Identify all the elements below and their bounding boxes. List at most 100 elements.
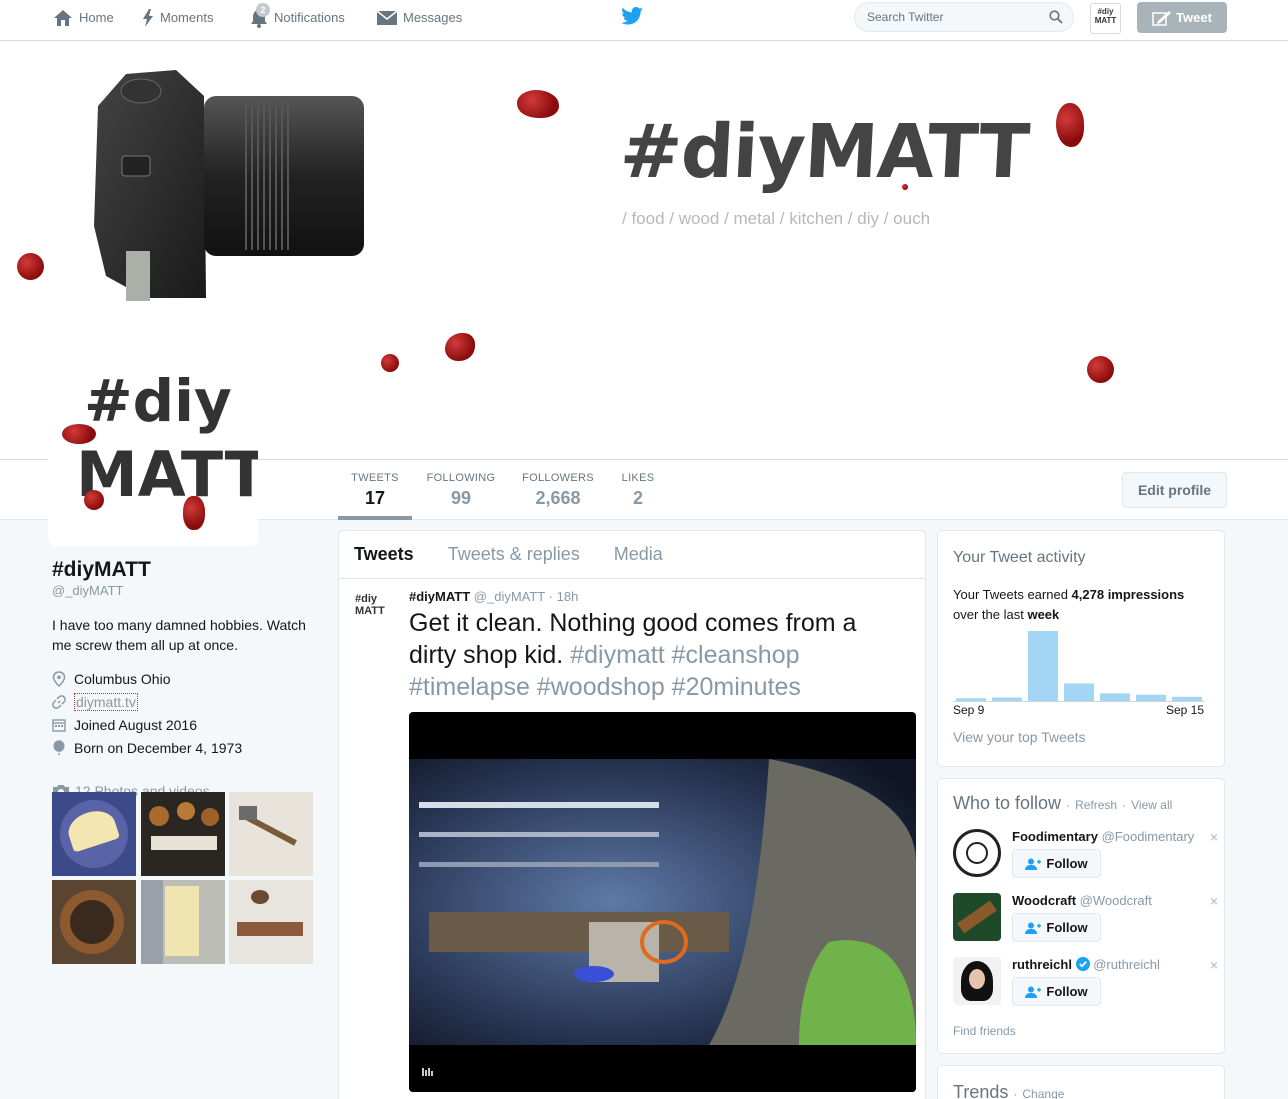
stat-tweets[interactable]: TWEETS 17 — [348, 472, 402, 509]
tweet-text: Get it clean. Nothing good comes from a … — [409, 607, 909, 703]
suggestion-name-line: Woodcraft @Woodcraft — [1012, 893, 1152, 908]
stat-value: 99 — [450, 488, 472, 508]
add-user-icon — [1025, 922, 1042, 934]
view-top-tweets-link[interactable]: View your top Tweets — [953, 729, 1086, 745]
activity-bar[interactable] — [1028, 631, 1058, 701]
profile-name[interactable]: #diyMATT — [52, 558, 314, 582]
search-input[interactable] — [855, 3, 1035, 31]
trends-card: Trends · Change — [937, 1065, 1225, 1099]
header-dot: · — [1066, 798, 1071, 812]
account-avatar[interactable]: #diy MATT — [1090, 3, 1121, 34]
suggestion-avatar[interactable] — [953, 829, 1001, 877]
tweet-avatar[interactable]: #diy MATT — [355, 593, 393, 631]
verified-badge-icon — [1075, 957, 1090, 971]
tweet-activity-title[interactable]: Your Tweet activity — [953, 549, 1086, 567]
nav-messages[interactable]: Messages — [377, 0, 462, 35]
nav-messages-label: Messages — [403, 10, 463, 25]
tweet-author-handle[interactable]: @_diyMATT — [474, 589, 545, 604]
compose-icon — [1152, 10, 1172, 26]
activity-bar[interactable] — [992, 697, 1022, 702]
nav-home[interactable]: Home — [53, 0, 114, 35]
tweet-button-label: Tweet — [1176, 10, 1212, 25]
suggestion-handle[interactable]: @ruthreichl — [1093, 957, 1160, 972]
activity-bar[interactable] — [1100, 693, 1130, 701]
photo-thumbnail[interactable] — [141, 880, 225, 964]
chart-date-end: Sep 15 — [1165, 703, 1204, 717]
activity-bar-chart[interactable] — [953, 627, 1205, 703]
tab-tweets[interactable]: Tweets — [354, 544, 414, 565]
home-icon — [54, 9, 72, 26]
avatar-logo: #diy MATT — [76, 364, 258, 512]
find-friends-link[interactable]: Find friends — [953, 1024, 1016, 1038]
photo-thumbnail[interactable] — [141, 792, 225, 876]
edit-profile-button[interactable]: Edit profile — [1122, 472, 1227, 508]
activity-period: week — [1027, 607, 1060, 622]
activity-bar[interactable] — [956, 698, 986, 701]
suggestion-name-line: Foodimentary @Foodimentary — [1012, 829, 1194, 844]
suggestion-handle[interactable]: @Woodcraft — [1080, 893, 1152, 908]
tab-media[interactable]: Media — [614, 544, 663, 565]
tweet-author-name[interactable]: #diyMATT — [409, 589, 470, 604]
nav-notifications[interactable]: 2 Notifications — [250, 0, 345, 35]
activity-bar[interactable] — [1136, 694, 1166, 701]
blood-splatter — [62, 424, 96, 444]
top-navigation: Home Moments 2 Notifications Messages #d… — [0, 0, 1288, 41]
profile-avatar[interactable]: #diy MATT — [48, 346, 258, 546]
envelope-icon — [377, 9, 397, 25]
camera-illustration — [94, 70, 364, 301]
blood-splatter — [1087, 356, 1114, 383]
tab-tweets-replies[interactable]: Tweets & replies — [448, 544, 580, 565]
blood-splatter — [902, 184, 908, 190]
dismiss-icon[interactable]: × — [1210, 957, 1218, 973]
tweet-header: #diyMATT @_diyMATT · 18h — [409, 589, 578, 604]
stat-value: 17 — [364, 488, 386, 508]
stat-following[interactable]: FOLLOWING 99 — [425, 472, 497, 509]
nav-moments[interactable]: Moments — [142, 0, 213, 35]
twitter-bird-icon[interactable] — [621, 7, 643, 25]
suggestion-handle[interactable]: @Foodimentary — [1102, 829, 1195, 844]
stat-followers[interactable]: FOLLOWERS 2,668 — [521, 472, 595, 509]
profile-website: diymatt.tv — [52, 690, 314, 713]
dismiss-icon[interactable]: × — [1210, 893, 1218, 909]
compose-tweet-button[interactable]: Tweet — [1137, 2, 1227, 33]
photo-thumbnail[interactable] — [52, 792, 136, 876]
suggestion-avatar[interactable] — [953, 893, 1001, 941]
photo-thumbnail[interactable] — [229, 792, 313, 876]
photo-thumbnail[interactable] — [52, 880, 136, 964]
search-box[interactable] — [854, 2, 1074, 32]
follow-button[interactable]: Follow — [1012, 977, 1101, 1006]
suggestion-ruthreichl: ruthreichl @ruthreichl Follow × — [953, 957, 1218, 1009]
follow-label: Follow — [1046, 984, 1088, 999]
stat-likes[interactable]: LIKES 2 — [618, 472, 658, 509]
follow-label: Follow — [1046, 920, 1088, 935]
suggestion-name[interactable]: ruthreichl — [1012, 957, 1072, 972]
activity-bar[interactable] — [1172, 696, 1202, 701]
nav-moments-label: Moments — [160, 10, 214, 25]
activity-text-before: Your Tweets earned — [953, 587, 1068, 602]
activity-bar[interactable] — [1064, 683, 1094, 702]
timeline: Tweets Tweets & replies Media #diy MATT … — [338, 530, 926, 1099]
profile-handle[interactable]: @_diyMATT — [52, 583, 314, 598]
tweet-video[interactable] — [409, 712, 916, 1092]
tweet-activity-summary: Your Tweets earned 4,278 impressions ove… — [953, 585, 1213, 625]
profile-bio: I have too many damned hobbies. Watch me… — [52, 617, 306, 653]
tweet-time[interactable]: 18h — [557, 589, 579, 604]
suggestion-avatar[interactable] — [953, 957, 1001, 1005]
dismiss-icon[interactable]: × — [1210, 829, 1218, 845]
refresh-link[interactable]: Refresh — [1075, 798, 1117, 812]
photo-thumbnail[interactable] — [229, 880, 313, 964]
who-to-follow-card: Who to follow · Refresh · View all Foodi… — [937, 778, 1225, 1054]
view-all-link[interactable]: View all — [1131, 798, 1172, 812]
suggestion-name[interactable]: Foodimentary — [1012, 829, 1098, 844]
search-icon[interactable] — [1049, 10, 1063, 24]
follow-button[interactable]: Follow — [1012, 849, 1101, 878]
suggestion-name[interactable]: Woodcraft — [1012, 893, 1076, 908]
banner-subtitle: / food / wood / metal / kitchen / diy / … — [622, 209, 931, 228]
blood-splatter — [1056, 103, 1084, 147]
follow-button[interactable]: Follow — [1012, 913, 1101, 942]
tweet-separator: · — [548, 589, 553, 604]
blood-splatter — [17, 253, 44, 280]
website-link[interactable]: diymatt.tv — [74, 692, 138, 711]
add-user-icon — [1025, 858, 1042, 870]
trends-change-link[interactable]: Change — [1022, 1087, 1064, 1099]
